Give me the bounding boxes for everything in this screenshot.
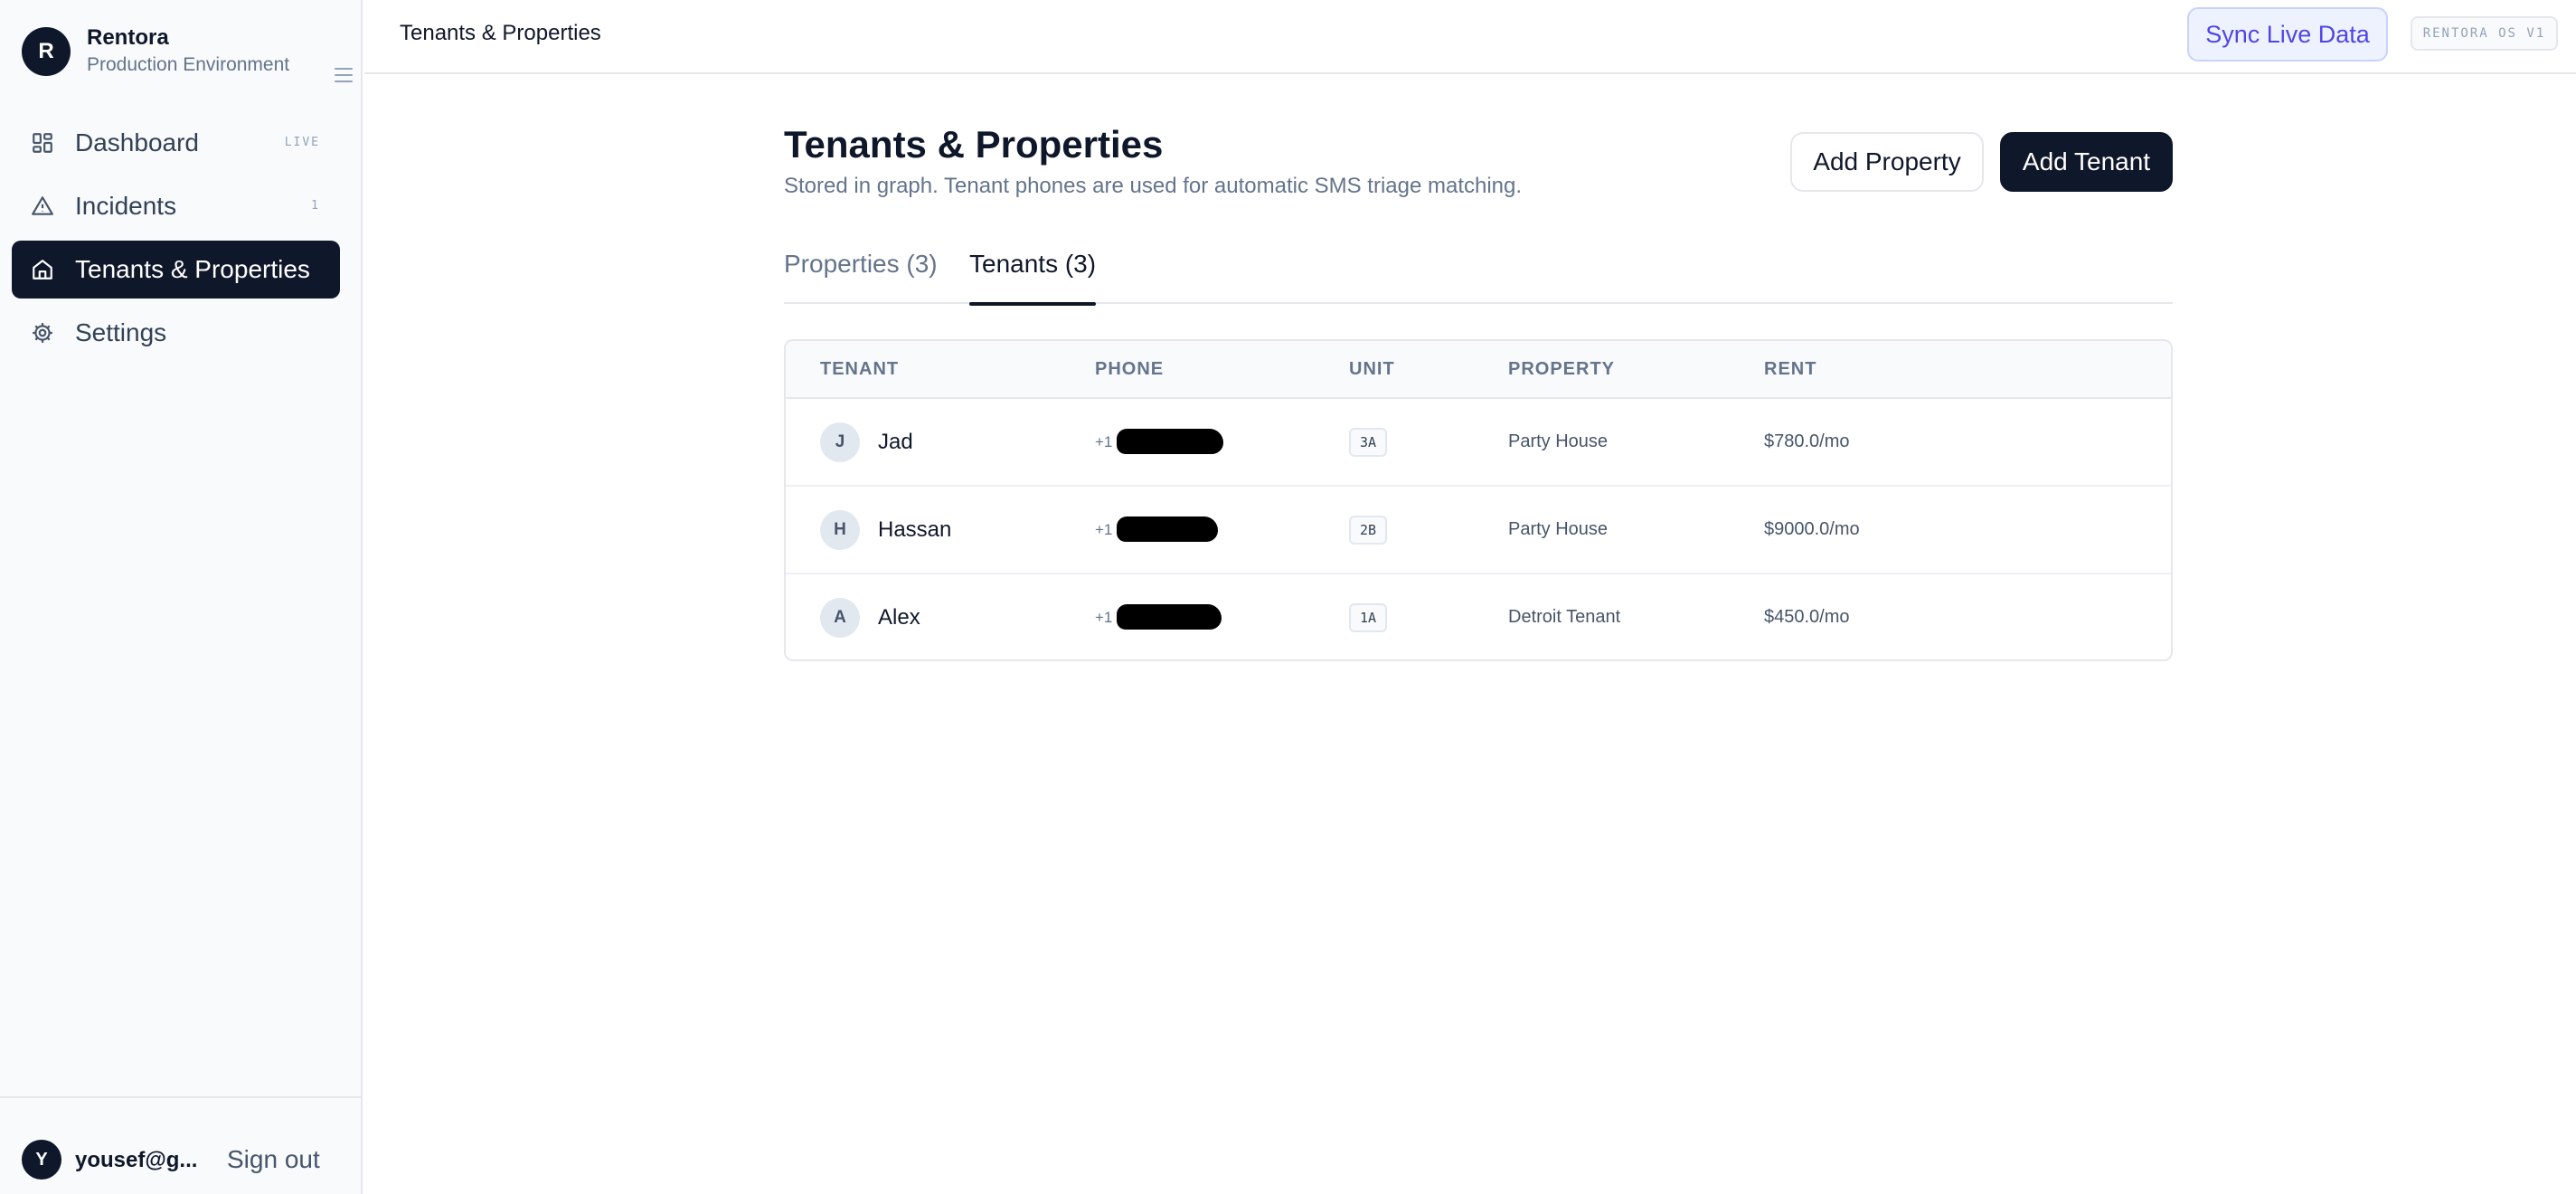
column-header-property: PROPERTY: [1508, 359, 1616, 379]
table-row[interactable]: A Alex +1 1A Detroit Tenant $450.0/mo: [786, 574, 2171, 659]
tenant-cell: H Hassan: [820, 510, 951, 550]
sidebar-nav: Dashboard LIVE Incidents 1 Tenants & Pro…: [12, 114, 340, 367]
tab-properties[interactable]: Properties (3): [784, 248, 938, 304]
environment-label: Production Environment: [87, 54, 290, 75]
brand-name: Rentora: [87, 25, 169, 50]
tenants-table: TENANT PHONE UNIT PROPERTY RENT J Jad +1…: [784, 339, 2173, 661]
phone-cell: +1: [1095, 428, 1240, 459]
column-header-tenant: TENANT: [820, 359, 900, 379]
avatar: Y: [22, 1140, 61, 1180]
dashboard-icon: [30, 130, 55, 156]
version-badge: RENTORA OS V1: [2411, 16, 2558, 51]
page-subtitle: Stored in graph. Tenant phones are used …: [784, 174, 1523, 198]
sidebar: R Rentora Production Environment Dashboa…: [0, 0, 363, 1194]
phone-prefix: +1: [1095, 433, 1113, 450]
avatar: A: [820, 598, 860, 638]
redaction-mark: [1117, 516, 1218, 542]
property-name: Party House: [1508, 431, 1609, 451]
sidebar-item-label: Incidents: [75, 192, 177, 220]
tenant-cell: J Jad: [820, 422, 913, 462]
user-panel: Y yousef@g... Sign out: [0, 1096, 363, 1194]
unit-badge: 3A: [1349, 428, 1388, 457]
sidebar-item-settings[interactable]: Settings: [12, 304, 340, 362]
breadcrumb: Tenants & Properties: [400, 21, 601, 45]
tenant-name: Alex: [878, 605, 920, 630]
sidebar-item-incidents[interactable]: Incidents 1: [12, 177, 340, 235]
avatar: H: [820, 510, 860, 550]
sidebar-item-label: Tenants & Properties: [75, 255, 310, 283]
home-icon: [30, 257, 55, 282]
sidebar-item-tenants-properties[interactable]: Tenants & Properties: [12, 241, 340, 298]
tenant-name: Jad: [878, 430, 913, 454]
sync-live-data-button[interactable]: Sync Live Data: [2187, 7, 2388, 62]
warning-triangle-icon: [30, 194, 55, 219]
tab-tenants[interactable]: Tenants (3): [969, 248, 1097, 306]
avatar: J: [820, 422, 860, 462]
redaction-mark: [1117, 429, 1223, 454]
phone-prefix: +1: [1095, 521, 1113, 538]
user-email: yousef@g...: [75, 1148, 198, 1172]
rent-value: $450.0/mo: [1764, 607, 1850, 627]
phone-cell: +1: [1095, 516, 1240, 546]
gear-icon: [30, 320, 55, 346]
phone-cell: +1: [1095, 603, 1240, 634]
brand: R Rentora Production Environment: [22, 25, 353, 82]
sidebar-item-dashboard[interactable]: Dashboard LIVE: [12, 114, 340, 172]
top-bar: Tenants & Properties Sync Live Data RENT…: [364, 0, 2576, 74]
table-row[interactable]: J Jad +1 3A Party House $780.0/mo: [786, 399, 2171, 487]
unit-badge: 2B: [1349, 516, 1388, 545]
tenant-name: Hassan: [878, 517, 952, 542]
property-name: Party House: [1508, 519, 1609, 539]
column-header-phone: PHONE: [1095, 359, 1165, 379]
unit-badge: 1A: [1349, 603, 1388, 632]
table-row[interactable]: H Hassan +1 2B Party House $9000.0/mo: [786, 487, 2171, 574]
add-property-button[interactable]: Add Property: [1790, 132, 1984, 192]
column-header-rent: RENT: [1764, 359, 1817, 379]
tenant-cell: A Alex: [820, 598, 920, 638]
phone-prefix: +1: [1095, 609, 1113, 626]
table-header: TENANT PHONE UNIT PROPERTY RENT: [786, 341, 2171, 399]
sidebar-item-label: Dashboard: [75, 128, 199, 156]
column-header-unit: UNIT: [1349, 359, 1395, 379]
sign-out-button[interactable]: Sign out: [227, 1145, 320, 1174]
add-tenant-button[interactable]: Add Tenant: [2000, 132, 2173, 192]
redaction-mark: [1117, 604, 1222, 630]
brand-logo: R: [22, 27, 71, 76]
property-name: Detroit Tenant: [1508, 607, 1621, 627]
sidebar-item-label: Settings: [75, 318, 167, 346]
page-title: Tenants & Properties: [784, 123, 1164, 166]
rent-value: $9000.0/mo: [1764, 519, 1860, 539]
incident-count-badge: 1: [311, 199, 320, 213]
tab-bar: Properties (3) Tenants (3): [784, 248, 2173, 306]
menu-icon[interactable]: [333, 65, 356, 87]
live-badge: LIVE: [284, 136, 320, 149]
rent-value: $780.0/mo: [1764, 431, 1850, 451]
